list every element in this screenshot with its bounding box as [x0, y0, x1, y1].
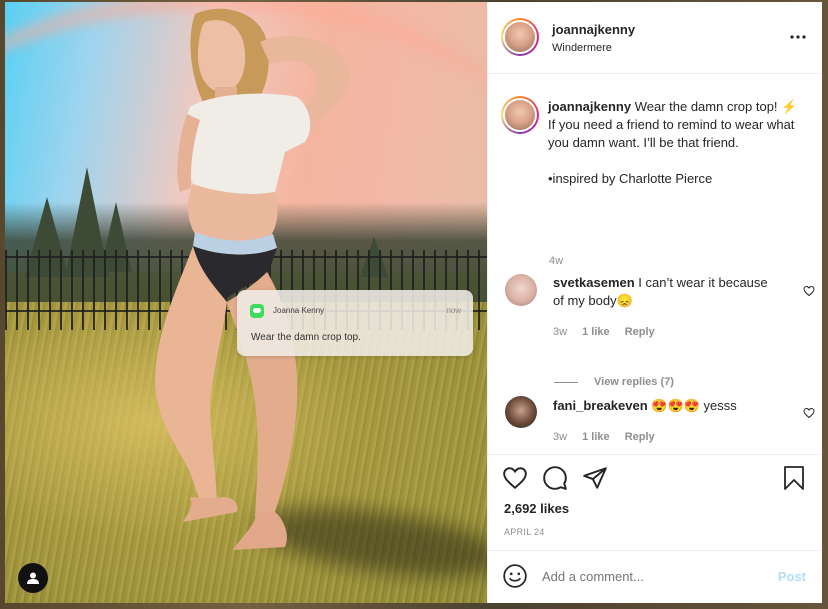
comment-likes[interactable]: 1 like [582, 326, 610, 338]
caption-line-2: If you need a friend to remind to wear w… [548, 117, 795, 150]
comment-reply-button[interactable]: Reply [625, 326, 655, 338]
comment-text: fani_breakeven 😍😍😍 yesss [553, 397, 773, 415]
commenter-avatar[interactable] [505, 396, 537, 428]
commenter-avatar[interactable] [505, 274, 537, 306]
comment-button[interactable] [542, 465, 568, 496]
heart-icon [503, 467, 527, 490]
save-button[interactable] [782, 465, 806, 496]
notification-message: Wear the damn crop top. [251, 332, 361, 343]
view-replies-label: View replies (7) [594, 376, 674, 388]
commenter-username[interactable]: fani_breakeven [553, 398, 648, 413]
post-modal: Joanna Kenny now Wear the damn crop top.… [5, 2, 822, 603]
author-username[interactable]: joannajkenny [552, 22, 635, 37]
comment-age[interactable]: 3w [553, 431, 567, 443]
caption-age[interactable]: 4w [549, 255, 563, 267]
post-actions: 2,692 likes APRIL 24 Post [488, 454, 822, 603]
emoji-picker-button[interactable] [502, 563, 528, 594]
author-avatar[interactable] [501, 18, 539, 56]
messages-icon [250, 304, 264, 318]
notification-time: now [446, 306, 461, 315]
caption-username[interactable]: joannajkenny [548, 99, 631, 114]
comment-input[interactable] [542, 569, 762, 584]
comment-meta: 3w 1 like Reply [553, 431, 667, 443]
post-side-panel: joannajkenny Windermere joannajkenny Wea… [487, 2, 822, 603]
caption-line-4: •inspired by Charlotte Pierce [548, 171, 713, 186]
comment-likes[interactable]: 1 like [582, 431, 610, 443]
like-button[interactable] [502, 465, 528, 496]
comments-section[interactable]: joannajkenny Wear the damn crop top! ⚡ I… [488, 74, 822, 454]
account-icon [27, 572, 39, 584]
more-options-button[interactable] [790, 30, 806, 40]
comment-meta: 3w 1 like Reply [553, 326, 667, 338]
heart-icon [803, 407, 815, 419]
notification-sender: Joanna Kenny [273, 306, 325, 315]
view-replies-button[interactable]: View replies (7) [554, 376, 674, 388]
post-location[interactable]: Windermere [552, 42, 635, 54]
caption-text: joannajkenny Wear the damn crop top! ⚡ I… [548, 98, 798, 188]
more-icon [790, 35, 806, 39]
like-count[interactable]: 2,692 likes [504, 501, 569, 516]
share-icon [583, 467, 607, 489]
comment-reply-button[interactable]: Reply [625, 431, 655, 443]
bookmark-icon [784, 466, 804, 490]
comment-body: 😍😍😍 yesss [651, 398, 737, 413]
comment-age[interactable]: 3w [553, 326, 567, 338]
comment-text: svetkasemen I can’t wear it because of m… [553, 274, 773, 310]
caption-line-1: Wear the damn crop top! ⚡ [634, 99, 798, 114]
post-header: joannajkenny Windermere [488, 2, 822, 74]
post-date: APRIL 24 [504, 527, 545, 537]
add-comment-bar: Post [488, 550, 822, 603]
caption-avatar[interactable] [501, 96, 539, 134]
commenter-username[interactable]: svetkasemen [553, 275, 635, 290]
heart-icon [803, 285, 815, 297]
message-notification-overlay: Joanna Kenny now Wear the damn crop top. [237, 290, 473, 356]
replies-divider [554, 381, 578, 383]
share-button[interactable] [582, 465, 608, 496]
tagged-accounts-button[interactable] [18, 563, 48, 593]
comment-icon [543, 466, 567, 490]
action-icon-bar [502, 465, 812, 493]
emoji-icon [503, 564, 527, 588]
post-photo[interactable]: Joanna Kenny now Wear the damn crop top. [5, 2, 487, 603]
post-comment-button[interactable]: Post [778, 569, 806, 584]
like-comment-button[interactable] [803, 284, 815, 302]
like-comment-button[interactable] [803, 406, 815, 424]
